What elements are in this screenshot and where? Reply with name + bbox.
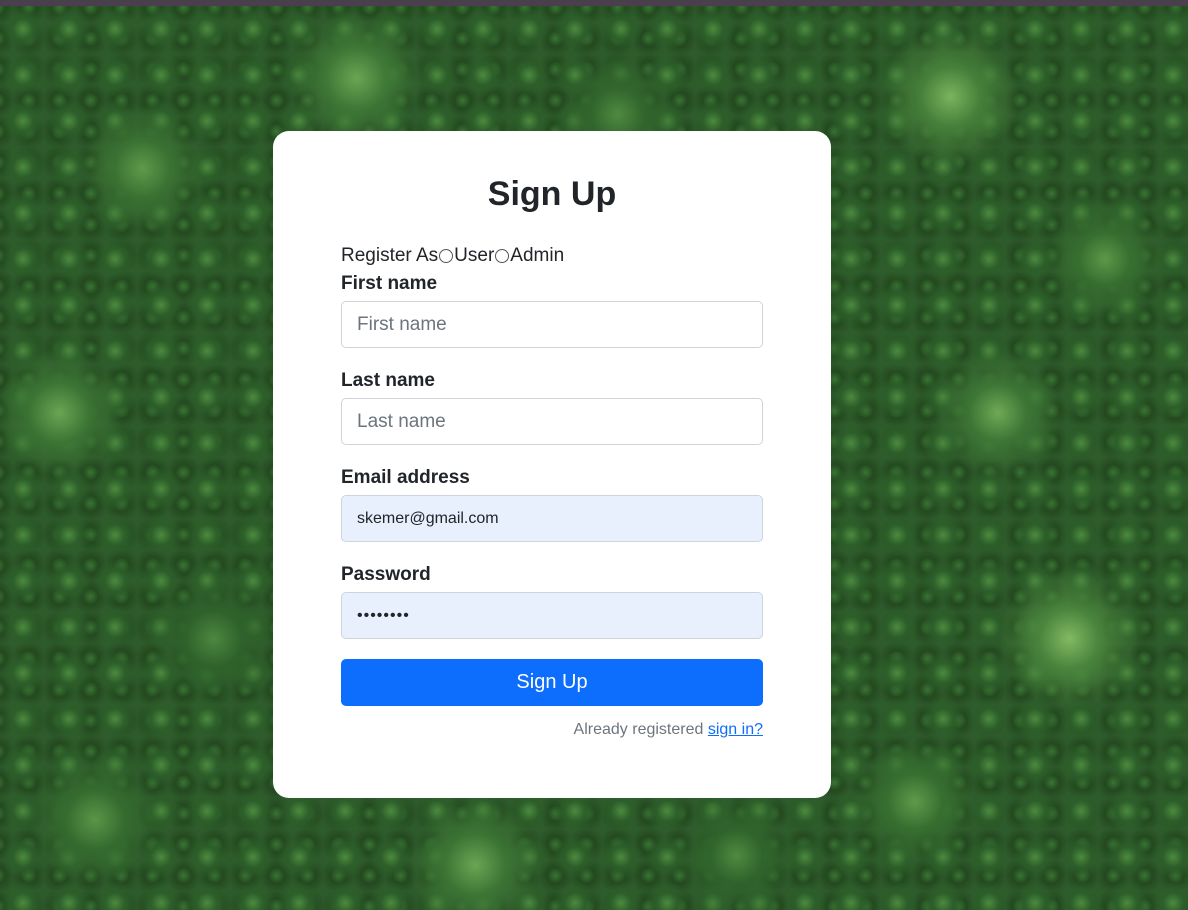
already-registered-text: Already registered	[573, 721, 704, 738]
role-user-radio[interactable]	[439, 249, 454, 263]
window-top-strip	[0, 0, 1188, 6]
password-input[interactable]	[341, 592, 763, 639]
role-admin-radio[interactable]	[495, 249, 510, 263]
register-as-label: Register As	[341, 245, 439, 266]
sign-up-button[interactable]: Sign Up	[341, 659, 763, 706]
first-name-input[interactable]	[341, 301, 763, 348]
password-label: Password	[341, 564, 431, 585]
page-title: Sign Up	[487, 175, 617, 213]
last-name-input[interactable]	[341, 398, 763, 445]
signup-card: Sign Up Register As User Admin First nam…	[273, 131, 831, 798]
email-label: Email address	[341, 467, 470, 488]
first-name-label: First name	[341, 273, 438, 294]
sign-in-link[interactable]: sign in?	[708, 721, 763, 738]
sign-in-prompt: Already registered sign in?	[574, 721, 763, 739]
role-user-label[interactable]: User	[454, 245, 494, 267]
last-name-label: Last name	[341, 370, 435, 391]
email-input[interactable]	[341, 495, 763, 542]
register-as-row: Register As User Admin	[341, 243, 564, 269]
role-admin-label[interactable]: Admin	[510, 245, 564, 267]
